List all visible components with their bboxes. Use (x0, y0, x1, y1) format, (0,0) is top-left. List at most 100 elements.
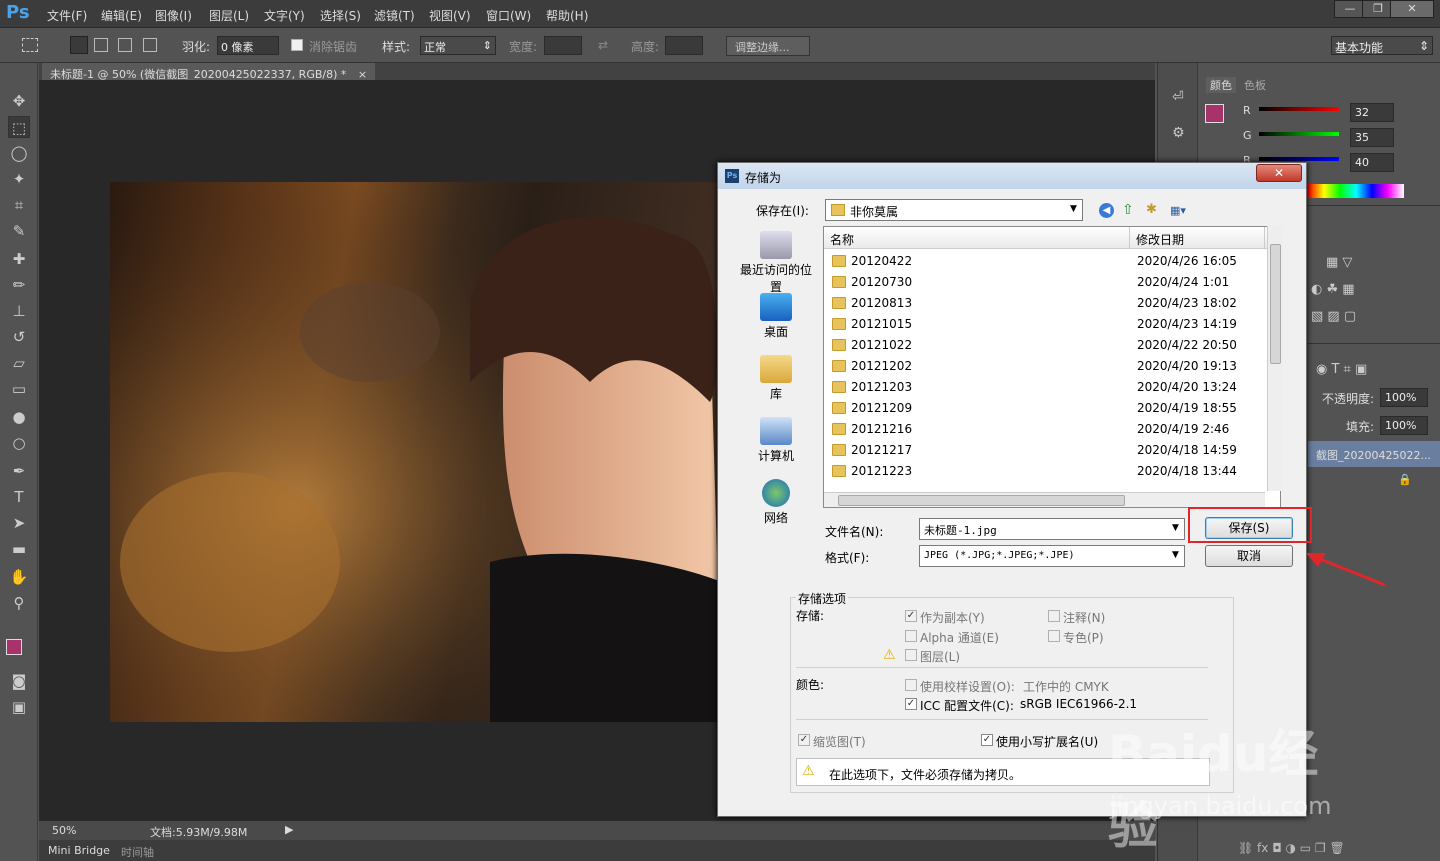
screen-mode-icon[interactable]: ▣ (8, 696, 30, 718)
menu-type[interactable]: 文字(Y) (264, 7, 305, 24)
menu-image[interactable]: 图像(I) (155, 7, 192, 24)
r-slider[interactable] (1259, 107, 1339, 111)
lowercase-checkbox[interactable]: ✓ (981, 734, 993, 746)
h-scroll-thumb[interactable] (838, 495, 1125, 506)
marquee-preset-icon[interactable] (22, 38, 38, 52)
tab-mini-bridge[interactable]: Mini Bridge (48, 844, 110, 857)
cancel-button[interactable]: 取消 (1205, 545, 1293, 567)
file-row[interactable]: 201212032020/4/20 13:24文 (824, 377, 1280, 398)
menu-filter[interactable]: 滤镜(T) (374, 7, 415, 24)
hand-tool-icon[interactable]: ✋ (8, 566, 30, 588)
place-recent[interactable]: 最近访问的位置 (736, 231, 816, 295)
save-button[interactable]: 保存(S) (1205, 517, 1293, 539)
antialias-checkbox[interactable] (291, 39, 303, 51)
menu-file[interactable]: 文件(F) (47, 7, 87, 24)
v-scroll-thumb[interactable] (1270, 244, 1281, 364)
shape-tool-icon[interactable]: ▬ (8, 538, 30, 560)
format-select[interactable]: JPEG (*.JPG;*.JPEG;*.JPE) ▼ (919, 545, 1185, 567)
place-library[interactable]: 库 (736, 355, 816, 402)
column-name[interactable]: 名称 (830, 231, 854, 248)
adjustment-icons[interactable]: ▦ ▽ (1326, 255, 1352, 270)
intersect-selection-icon[interactable] (143, 38, 157, 52)
file-row[interactable]: 201210222020/4/22 20:50文 (824, 335, 1280, 356)
dodge-tool-icon[interactable]: ○ (8, 432, 30, 454)
width-input[interactable] (544, 36, 582, 55)
opacity-input[interactable]: 100% (1380, 388, 1428, 407)
file-row[interactable]: 201212092020/4/19 18:55文 (824, 398, 1280, 419)
place-desktop[interactable]: 桌面 (736, 293, 816, 340)
pen-tool-icon[interactable]: ✒ (8, 460, 30, 482)
menu-edit[interactable]: 编辑(E) (101, 7, 142, 24)
height-input[interactable] (665, 36, 703, 55)
add-selection-icon[interactable] (94, 38, 108, 52)
icc-checkbox[interactable]: ✓ (905, 698, 917, 710)
status-menu-arrow-icon[interactable]: ▶ (285, 823, 293, 836)
file-row[interactable]: 201207302020/4/24 1:01文 (824, 272, 1280, 293)
new-selection-icon[interactable] (70, 36, 88, 54)
history-icon[interactable]: ⏎ (1172, 89, 1184, 105)
dialog-close-button[interactable]: ✕ (1256, 164, 1302, 182)
b-input[interactable]: 40 (1350, 153, 1394, 172)
swap-icon[interactable]: ⇄ (598, 38, 608, 52)
tab-color[interactable]: 颜色 (1206, 77, 1236, 93)
adjustment-icons-row2[interactable]: ◐ ☘ ▦ (1311, 282, 1355, 297)
adjustment-icons-row3[interactable]: ▧ ▨ ▢ (1311, 309, 1356, 324)
feather-input[interactable]: 0 像素 (217, 36, 279, 55)
blur-tool-icon[interactable]: ● (8, 406, 30, 428)
subtract-selection-icon[interactable] (118, 38, 132, 52)
style-select[interactable]: 正常 ⇕ (420, 36, 496, 55)
vertical-scrollbar[interactable] (1267, 226, 1283, 491)
file-row[interactable]: 201212232020/4/18 13:44文 (824, 461, 1280, 482)
place-network[interactable]: 网络 (736, 479, 816, 526)
file-row[interactable]: 201212172020/4/18 14:59文 (824, 440, 1280, 461)
workspace-select[interactable]: 基本功能 ⇕ (1331, 36, 1433, 55)
color-ramp[interactable] (1308, 184, 1404, 198)
file-row[interactable]: 201208132020/4/23 18:02文 (824, 293, 1280, 314)
healing-brush-icon[interactable]: ✚ (8, 248, 30, 270)
r-input[interactable]: 32 (1350, 103, 1394, 122)
tab-timeline[interactable]: 时间轴 (121, 844, 154, 860)
refine-edge-button[interactable]: 调整边缘... (726, 36, 810, 56)
crop-tool-icon[interactable]: ⌗ (8, 194, 30, 216)
path-select-icon[interactable]: ➤ (8, 512, 30, 534)
menu-window[interactable]: 窗口(W) (486, 7, 531, 24)
menu-help[interactable]: 帮助(H) (546, 7, 588, 24)
color-fg-swatch[interactable] (1205, 104, 1224, 123)
file-row[interactable]: 201210152020/4/23 14:19文 (824, 314, 1280, 335)
file-row[interactable]: 201212162020/4/19 2:46文 (824, 419, 1280, 440)
tab-swatches[interactable]: 色板 (1244, 77, 1266, 93)
view-menu-icon[interactable]: ▦▾ (1170, 204, 1194, 217)
brush-tool-icon[interactable]: ✏ (8, 274, 30, 296)
fill-input[interactable]: 100% (1380, 416, 1428, 435)
filename-input[interactable]: 未标题-1.jpg ▼ (919, 518, 1185, 540)
move-tool-icon[interactable]: ✥ (8, 90, 30, 112)
eraser-icon[interactable]: ▱ (8, 352, 30, 374)
menu-view[interactable]: 视图(V) (429, 7, 471, 24)
column-date[interactable]: 修改日期 (1136, 231, 1184, 248)
file-row[interactable]: 201212022020/4/20 19:13文 (824, 356, 1280, 377)
back-icon[interactable]: ◀ (1099, 203, 1114, 218)
type-tool-icon[interactable]: T (8, 486, 30, 508)
properties-icon[interactable]: ⚙ (1172, 125, 1185, 141)
new-folder-icon[interactable]: ✱ (1146, 202, 1157, 217)
up-folder-icon[interactable]: ⇧ (1122, 202, 1134, 218)
file-row[interactable]: 201204222020/4/26 16:05文 (824, 251, 1280, 272)
layer-row[interactable]: 截图_20200425022... (1308, 441, 1440, 467)
foreground-swatch[interactable] (6, 639, 22, 655)
quick-mask-icon[interactable]: ◙ (8, 670, 30, 692)
g-input[interactable]: 35 (1350, 128, 1394, 147)
magic-wand-icon[interactable]: ✦ (8, 168, 30, 190)
eyedropper-icon[interactable]: ✎ (8, 220, 30, 242)
lasso-tool-icon[interactable]: ◯ (8, 142, 30, 164)
g-slider[interactable] (1259, 132, 1339, 136)
b-slider[interactable] (1259, 157, 1339, 161)
save-in-select[interactable]: 非你莫属 ▼ (825, 199, 1083, 221)
file-list[interactable]: 名称 修改日期 类 201204222020/4/26 16:05文201207… (823, 226, 1281, 508)
horizontal-scrollbar[interactable] (824, 492, 1265, 507)
history-brush-icon[interactable]: ↺ (8, 326, 30, 348)
menu-layer[interactable]: 图层(L) (209, 7, 249, 24)
stamp-tool-icon[interactable]: ⊥ (8, 300, 30, 322)
layer-footer-icons[interactable]: ⛓ fx ◘ ◑ ▭ ❐ 🗑 (1238, 841, 1345, 855)
zoom-level[interactable]: 50% (52, 824, 76, 837)
layer-filter-icons[interactable]: ◉ T ⌗ ▣ (1316, 362, 1367, 377)
